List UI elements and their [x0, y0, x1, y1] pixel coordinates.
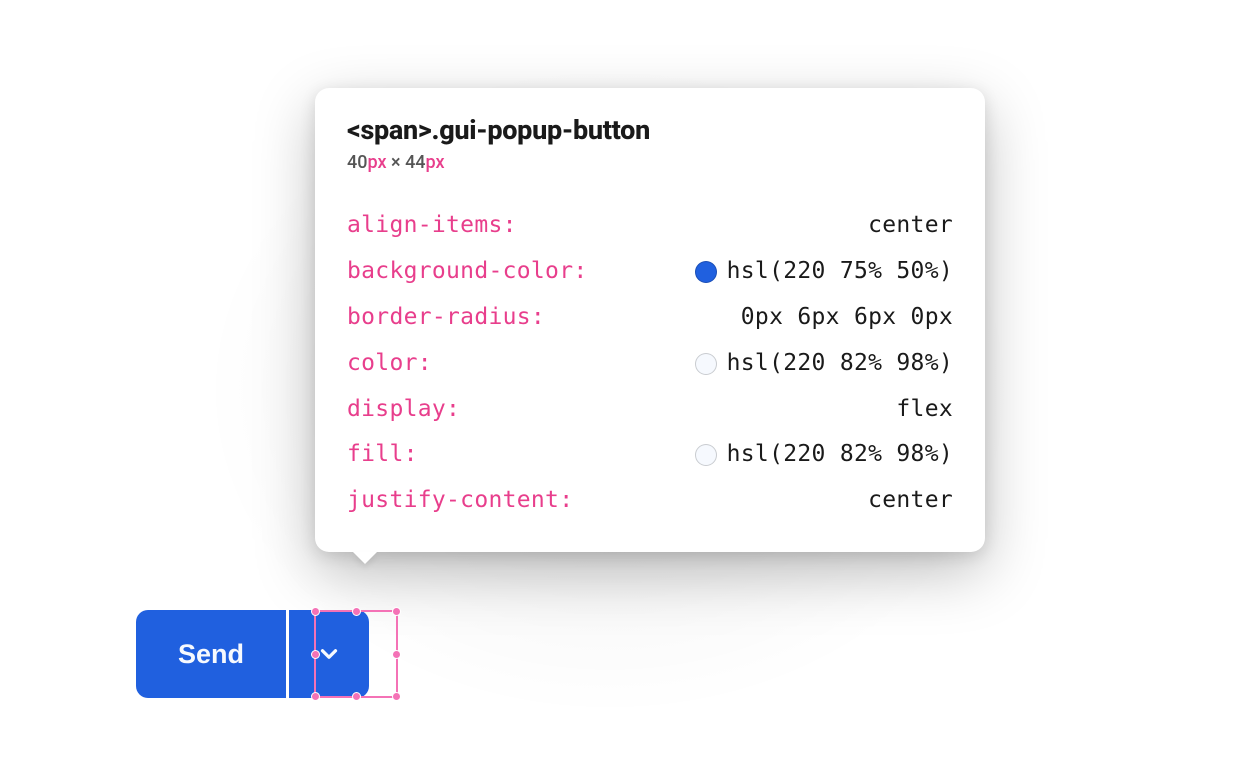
dim-height-unit: px [426, 152, 445, 173]
css-property-value: hsl(220 82% 98%) [695, 349, 953, 379]
tooltip-selector: <span>.gui-popup-button [347, 114, 953, 146]
split-button-group: Send [136, 610, 369, 698]
color-swatch-icon [695, 261, 717, 283]
css-property-row: fill: hsl(220 82% 98%) [347, 432, 953, 478]
css-property-name: border-radius: [347, 303, 545, 333]
dim-width: 40 [347, 152, 367, 173]
css-property-value: center [868, 211, 953, 241]
css-property-name: display: [347, 395, 460, 425]
css-property-value: 0px 6px 6px 0px [741, 303, 953, 333]
resize-handle-icon[interactable] [392, 607, 401, 616]
dim-times: × [391, 152, 401, 173]
css-property-row: justify-content: center [347, 478, 953, 524]
css-property-row: display: flex [347, 387, 953, 433]
css-property-value: hsl(220 82% 98%) [695, 440, 953, 470]
css-property-value: hsl(220 75% 50%) [695, 257, 953, 287]
css-property-name: background-color: [347, 257, 588, 287]
css-property-row: align-items: center [347, 203, 953, 249]
resize-handle-icon[interactable] [392, 692, 401, 701]
popup-dropdown-button[interactable] [289, 610, 369, 698]
css-property-row: color: hsl(220 82% 98%) [347, 341, 953, 387]
chevron-down-icon [316, 641, 342, 667]
send-button[interactable]: Send [136, 610, 286, 698]
color-swatch-icon [695, 444, 717, 466]
css-property-row: background-color: hsl(220 75% 50%) [347, 249, 953, 295]
css-property-row: border-radius: 0px 6px 6px 0px [347, 295, 953, 341]
dim-width-unit: px [367, 152, 386, 173]
inspector-tooltip: <span>.gui-popup-button 40px × 44px alig… [315, 88, 985, 552]
css-property-name: color: [347, 349, 432, 379]
color-swatch-icon [695, 353, 717, 375]
selector-class: .gui-popup-button [432, 114, 651, 146]
css-property-list: align-items: center background-color: hs… [347, 203, 953, 524]
css-property-value: flex [896, 395, 953, 425]
css-property-name: justify-content: [347, 486, 573, 516]
css-property-name: align-items: [347, 211, 517, 241]
dim-height: 44 [405, 152, 425, 173]
resize-handle-icon[interactable] [392, 650, 401, 659]
css-property-value: center [868, 486, 953, 516]
tooltip-dimensions: 40px × 44px [347, 152, 953, 173]
css-property-name: fill: [347, 440, 418, 470]
selector-tag: <span> [347, 114, 432, 146]
